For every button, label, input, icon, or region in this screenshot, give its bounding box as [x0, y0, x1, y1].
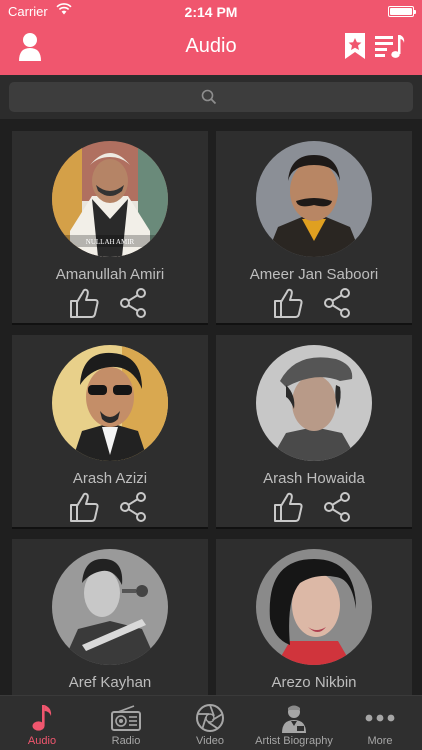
share-icon[interactable] — [118, 287, 148, 319]
share-icon[interactable] — [118, 491, 148, 523]
bookmark-star-icon[interactable] — [344, 32, 366, 60]
artist-photo — [256, 141, 372, 257]
like-thumbs-up-icon[interactable] — [68, 491, 100, 523]
tab-label: Audio — [27, 735, 57, 747]
like-thumbs-up-icon[interactable] — [272, 287, 304, 319]
more-dots-icon — [365, 714, 395, 722]
tab-label: More — [367, 735, 393, 747]
artist-card[interactable]: Ameer Jan Saboori — [216, 131, 412, 325]
photo-caption-text: NULLAH AMIR — [86, 238, 135, 246]
search-input[interactable] — [9, 82, 413, 112]
tab-label: Artist Biography — [255, 735, 333, 747]
tab-video[interactable]: Video — [168, 696, 252, 750]
share-icon[interactable] — [322, 287, 352, 319]
artist-photo — [52, 549, 168, 665]
artist-name: Amanullah Amiri — [55, 266, 165, 283]
tab-label: Video — [196, 735, 224, 747]
app-header: Carrier 2:14 PM Audio — [0, 0, 422, 75]
search-icon — [201, 89, 217, 105]
artist-biography-icon — [282, 705, 306, 733]
artist-photo — [52, 345, 168, 461]
battery-icon — [388, 6, 416, 17]
tab-radio[interactable]: Radio — [84, 696, 168, 750]
tab-more[interactable]: More — [338, 696, 422, 750]
share-icon[interactable] — [322, 491, 352, 523]
playlist-icon[interactable] — [374, 32, 406, 60]
artist-photo — [256, 345, 372, 461]
status-time: 2:14 PM — [184, 4, 238, 20]
artist-name: Arash Howaida — [263, 470, 365, 487]
like-thumbs-up-icon[interactable] — [68, 287, 100, 319]
artist-card[interactable]: Arash Azizi — [12, 335, 208, 529]
search-area — [0, 75, 422, 119]
tab-artist-biography[interactable]: Artist Biography — [252, 696, 336, 750]
artist-grid: NULLAH AMIR Amanullah Amiri Ameer Jan Sa… — [0, 119, 422, 695]
artist-card[interactable]: Arezo Nikbin — [216, 539, 412, 695]
artist-photo: NULLAH AMIR — [52, 141, 168, 257]
artist-card[interactable]: Aref Kayhan — [12, 539, 208, 695]
artist-name: Aref Kayhan — [68, 674, 152, 691]
artist-photo — [256, 549, 372, 665]
tab-audio[interactable]: Audio — [0, 696, 84, 750]
tab-bar: Audio Radio Video Artist Biography More — [0, 695, 422, 750]
artist-name: Arash Azizi — [72, 470, 148, 487]
tab-label: Radio — [111, 735, 141, 747]
camera-aperture-icon — [196, 704, 224, 732]
navigation-bar: Audio — [0, 22, 422, 75]
status-bar: Carrier 2:14 PM — [0, 0, 422, 22]
artist-name: Ameer Jan Saboori — [249, 266, 379, 283]
music-note-icon — [32, 705, 52, 731]
artist-card[interactable]: Arash Howaida — [216, 335, 412, 529]
artist-name: Arezo Nikbin — [271, 674, 357, 691]
like-thumbs-up-icon[interactable] — [272, 491, 304, 523]
artist-card[interactable]: NULLAH AMIR Amanullah Amiri — [12, 131, 208, 325]
radio-icon — [111, 705, 141, 731]
